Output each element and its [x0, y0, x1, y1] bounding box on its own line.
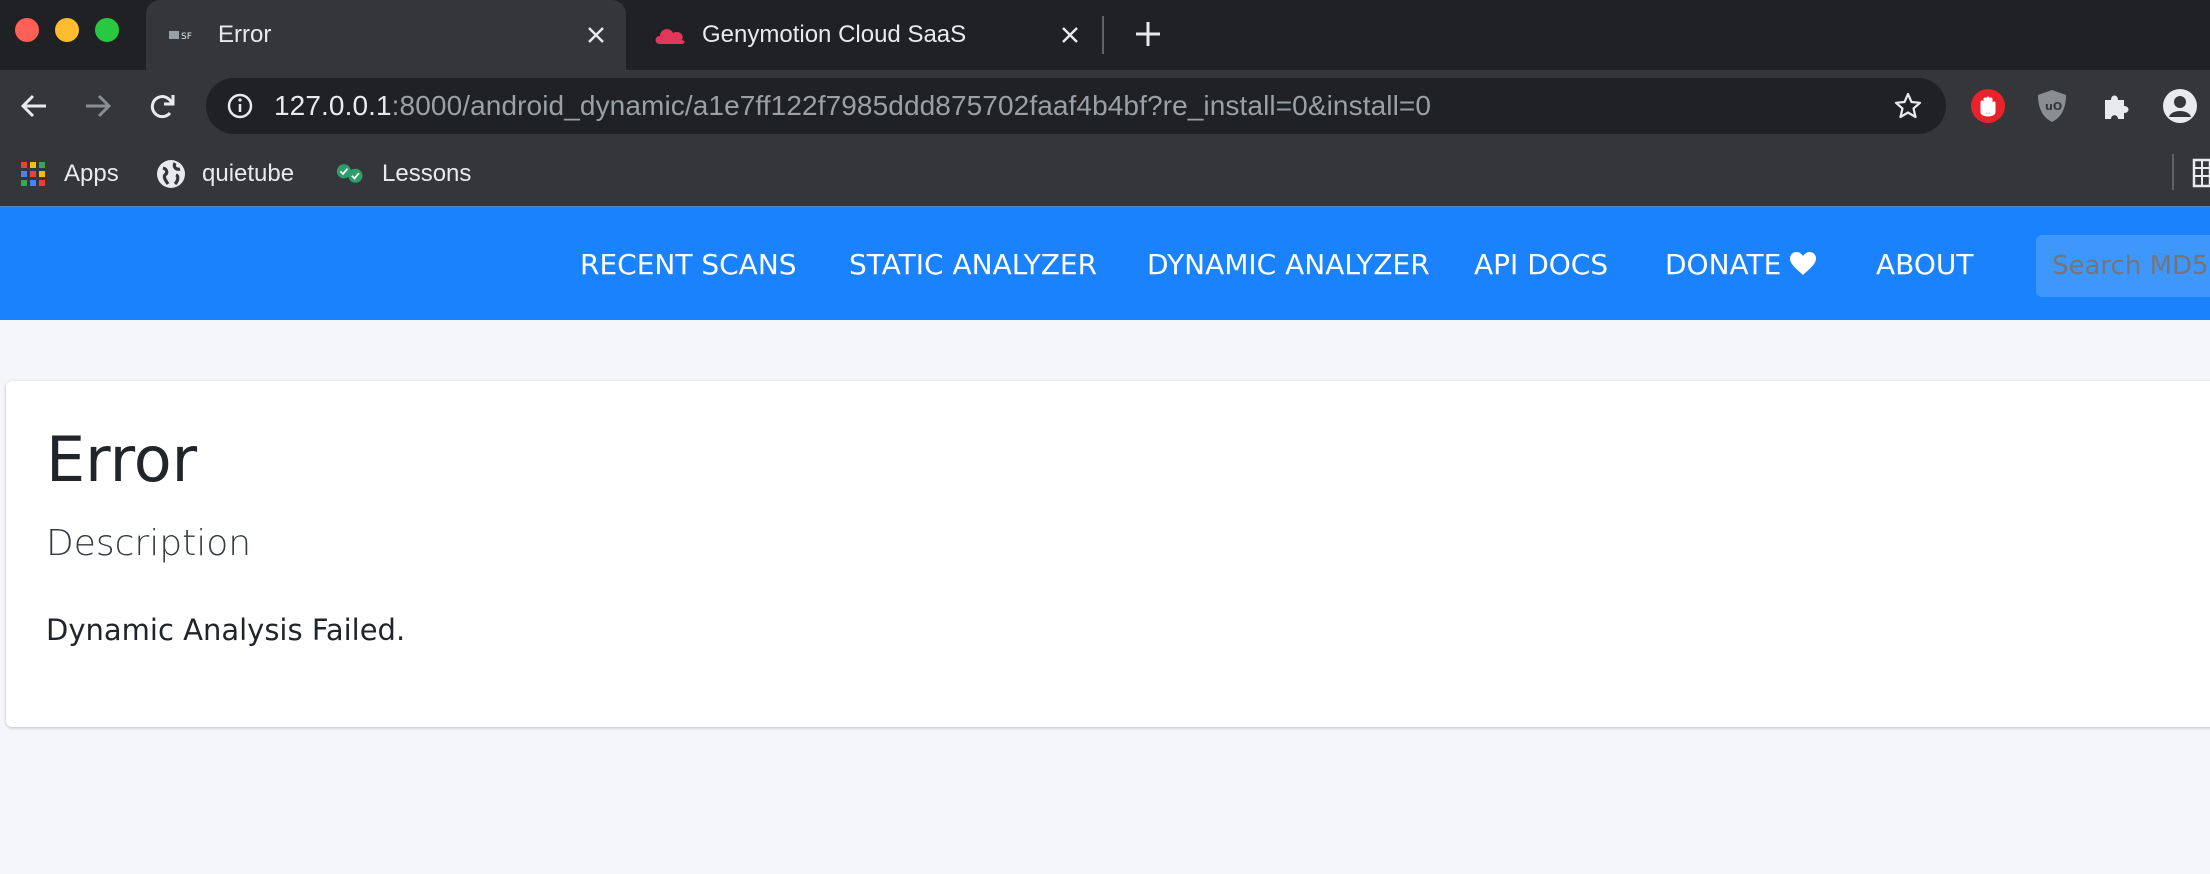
svg-text:SF: SF — [181, 32, 192, 42]
bookmark-quietube[interactable]: quietube — [156, 154, 294, 194]
page-title: Error — [46, 423, 198, 496]
nav-about[interactable]: ABOUT — [1876, 207, 1974, 321]
window-zoom-button[interactable] — [95, 18, 119, 42]
back-arrow-icon[interactable] — [16, 88, 52, 124]
nav-recent-scans[interactable]: RECENT SCANS — [580, 207, 797, 321]
window-minimize-button[interactable] — [55, 18, 79, 42]
site-info-icon[interactable] — [226, 92, 254, 120]
error-card: Error Description Dynamic Analysis Faile… — [6, 381, 2210, 727]
bookmark-label: quietube — [202, 160, 295, 187]
reload-icon[interactable] — [144, 88, 180, 124]
bookmark-lessons[interactable]: Lessons — [336, 154, 471, 194]
tab-genymotion[interactable]: Genymotion Cloud SaaS — [630, 0, 1100, 70]
heart-icon — [1789, 251, 1817, 277]
bookmark-label: Apps — [64, 160, 119, 187]
genymotion-cloud-favicon-icon — [652, 17, 688, 53]
tab-separator — [1102, 16, 1104, 54]
url-text: 127.0.0.1:8000/android_dynamic/a1e7ff122… — [274, 90, 1432, 121]
nav-static-analyzer[interactable]: STATIC ANALYZER — [849, 207, 1097, 321]
description-heading: Description — [46, 523, 252, 564]
mobsf-favicon-icon: SF — [168, 17, 204, 53]
ublock-icon[interactable]: uO — [2034, 88, 2070, 124]
adblock-hand-icon[interactable] — [1970, 88, 2006, 124]
address-bar[interactable]: 127.0.0.1:8000/android_dynamic/a1e7ff122… — [206, 78, 1946, 134]
close-tab-icon[interactable] — [578, 17, 614, 53]
globe-icon — [156, 159, 186, 189]
tab-title: Error — [218, 21, 272, 48]
browser-toolbar: 127.0.0.1:8000/android_dynamic/a1e7ff122… — [0, 70, 2210, 142]
bookmark-apps[interactable]: Apps — [18, 154, 119, 194]
extensions-puzzle-icon[interactable] — [2098, 88, 2134, 124]
bookmarks-divider — [2172, 154, 2174, 190]
nav-donate[interactable]: DONATE — [1665, 207, 1817, 321]
bookmark-label: Lessons — [382, 160, 472, 187]
nav-dynamic-analyzer[interactable]: DYNAMIC ANALYZER — [1147, 207, 1430, 321]
new-tab-plus-icon[interactable] — [1130, 16, 1166, 52]
nav-api-docs[interactable]: API DOCS — [1474, 207, 1608, 321]
error-message: Dynamic Analysis Failed. — [46, 613, 406, 647]
close-tab-icon[interactable] — [1052, 17, 1088, 53]
reading-list-icon[interactable] — [2192, 158, 2210, 193]
browser-tab-strip: SF Error Genymotion Cloud SaaS — [0, 0, 2210, 70]
nav-donate-label: DONATE — [1665, 247, 1782, 281]
checkmarks-icon — [336, 159, 366, 189]
apps-grid-icon — [18, 159, 48, 189]
svg-text:uO: uO — [2045, 100, 2062, 113]
profile-avatar-icon[interactable] — [2162, 88, 2198, 124]
window-close-button[interactable] — [15, 18, 39, 42]
bookmarks-bar: Apps quietube Lessons — [0, 142, 2210, 206]
tab-title: Genymotion Cloud SaaS — [702, 21, 967, 48]
app-navbar: RECENT SCANS STATIC ANALYZER DYNAMIC ANA… — [0, 206, 2210, 320]
forward-arrow-icon[interactable] — [80, 88, 116, 124]
bookmark-star-icon[interactable] — [1890, 88, 1926, 124]
tab-error[interactable]: SF Error — [146, 0, 626, 70]
search-md5-input[interactable] — [2036, 235, 2210, 297]
